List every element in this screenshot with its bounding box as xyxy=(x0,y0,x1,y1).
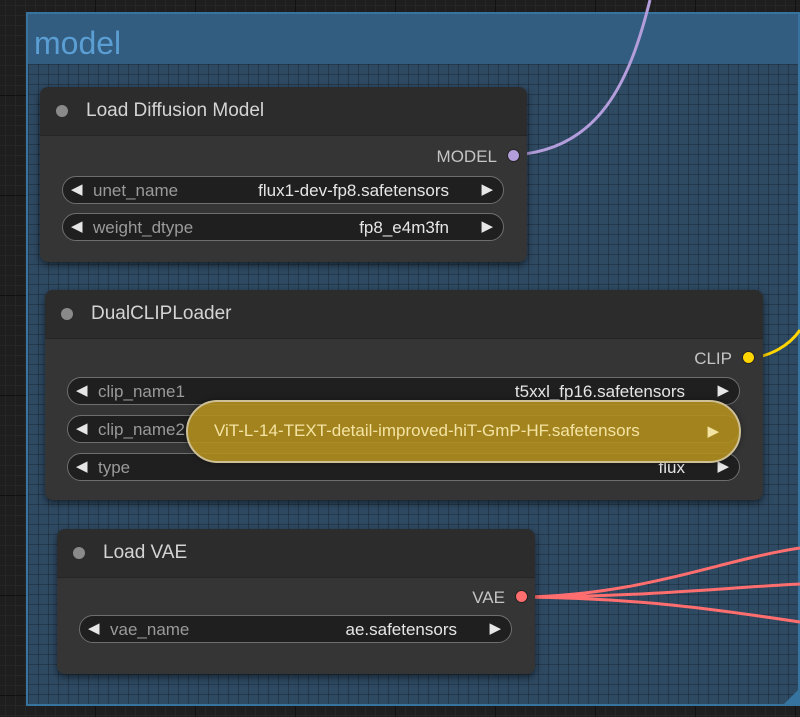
left-arrow-icon[interactable]: ◀ xyxy=(71,181,83,199)
output-slot-model[interactable] xyxy=(507,149,520,162)
right-arrow-icon[interactable]: ▶ xyxy=(489,620,501,638)
highlighted-value: ViT-L-14-TEXT-detail-improved-hiT-GmP-HF… xyxy=(214,421,640,440)
dual-clip-loader-node[interactable]: DualCLIPLoader CLIP ◀ clip_name1 t5xxl_f… xyxy=(45,290,763,500)
collapse-dot-icon[interactable] xyxy=(56,105,68,117)
vae-wire-1 xyxy=(520,546,800,599)
widget-name: weight_dtype xyxy=(93,218,194,237)
load-vae-node[interactable]: Load VAE VAE ◀ vae_name ae.safetensors ▶ xyxy=(57,529,535,674)
right-arrow-icon[interactable]: ▶ xyxy=(717,382,729,400)
vae-wire-3 xyxy=(520,595,800,624)
right-arrow-icon[interactable]: ▶ xyxy=(481,218,493,236)
output-label-clip: CLIP xyxy=(694,349,732,368)
widget-name: unet_name xyxy=(93,181,179,200)
widget-name: clip_name2 xyxy=(98,420,185,439)
right-arrow-icon[interactable]: ▶ xyxy=(707,422,719,440)
load-diffusion-model-node[interactable]: Load Diffusion Model MODEL ◀ unet_name f… xyxy=(40,87,527,262)
output-label-vae: VAE xyxy=(472,588,505,607)
unet-name-combo[interactable]: ◀ unet_name flux1-dev-fp8.safetensors ▶ xyxy=(62,176,504,204)
widget-value: ae.safetensors xyxy=(345,620,457,639)
widget-value: fp8_e4m3fn xyxy=(359,218,449,237)
widget-name: type xyxy=(98,458,131,477)
model-wire xyxy=(513,0,652,157)
widget-name: vae_name xyxy=(110,620,190,639)
widget-value: flux1-dev-fp8.safetensors xyxy=(258,181,449,200)
widget-value: t5xxl_fp16.safetensors xyxy=(514,382,685,401)
left-arrow-icon[interactable]: ◀ xyxy=(76,382,88,400)
weight-dtype-combo[interactable]: ◀ weight_dtype fp8_e4m3fn ▶ xyxy=(62,213,504,241)
output-slot-clip[interactable] xyxy=(742,351,755,364)
left-arrow-icon[interactable]: ◀ xyxy=(88,620,100,638)
left-arrow-icon[interactable]: ◀ xyxy=(71,218,83,236)
left-arrow-icon[interactable]: ◀ xyxy=(76,458,88,476)
node-title: Load Diffusion Model xyxy=(86,100,265,121)
clip-name2-highlight[interactable]: ViT-L-14-TEXT-detail-improved-hiT-GmP-HF… xyxy=(186,400,741,463)
node-title-bar[interactable]: DualCLIPLoader xyxy=(45,290,763,339)
node-title-bar[interactable]: Load Diffusion Model xyxy=(40,87,527,136)
node-title-bar[interactable]: Load VAE xyxy=(57,529,535,578)
output-slot-vae[interactable] xyxy=(515,590,528,603)
node-title: DualCLIPLoader xyxy=(91,303,232,324)
widget-name: clip_name1 xyxy=(98,382,185,401)
collapse-dot-icon[interactable] xyxy=(61,308,73,320)
right-arrow-icon[interactable]: ▶ xyxy=(481,181,493,199)
collapse-dot-icon[interactable] xyxy=(73,547,85,559)
vae-name-combo[interactable]: ◀ vae_name ae.safetensors ▶ xyxy=(79,615,512,643)
node-title: Load VAE xyxy=(103,542,188,563)
left-arrow-icon[interactable]: ◀ xyxy=(76,420,88,438)
output-label-model: MODEL xyxy=(436,147,497,166)
